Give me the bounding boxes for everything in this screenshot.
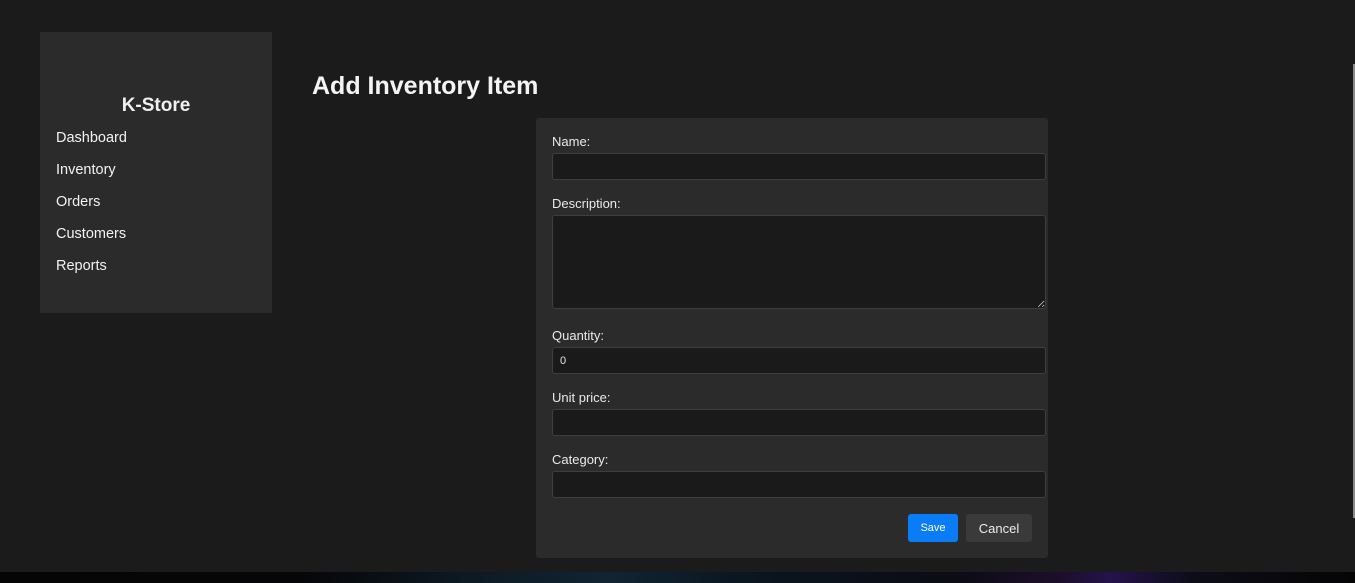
sidebar-item-dashboard[interactable]: Dashboard [56, 127, 127, 159]
sidebar-item-orders[interactable]: Orders [56, 191, 127, 223]
description-textarea[interactable] [552, 215, 1046, 309]
sidebar-item-customers[interactable]: Customers [56, 223, 127, 255]
save-button[interactable]: Save [908, 514, 958, 542]
description-label: Description: [552, 196, 621, 211]
sidebar-nav: Dashboard Inventory Orders Customers Rep… [56, 127, 127, 287]
quantity-label: Quantity: [552, 328, 605, 343]
category-label: Category: [552, 452, 609, 467]
sidebar-item-inventory[interactable]: Inventory [56, 159, 127, 191]
page: K-Store Dashboard Inventory Orders Custo… [0, 0, 1355, 583]
unit-price-label: Unit price: [552, 390, 611, 405]
brand-title: K-Store [121, 95, 191, 116]
name-input[interactable] [552, 153, 1046, 180]
unit-price-input[interactable] [552, 409, 1046, 436]
add-item-form: Name: Description: Quantity: Unit price:… [536, 118, 1048, 558]
quantity-input[interactable] [552, 347, 1046, 374]
sidebar: K-Store Dashboard Inventory Orders Custo… [40, 32, 272, 313]
sidebar-item-reports[interactable]: Reports [56, 255, 127, 287]
desktop-wallpaper-strip [0, 572, 1355, 583]
category-input[interactable] [552, 471, 1046, 498]
page-title: Add Inventory Item [312, 72, 539, 100]
cancel-button[interactable]: Cancel [966, 514, 1032, 542]
name-label: Name: [552, 134, 591, 149]
